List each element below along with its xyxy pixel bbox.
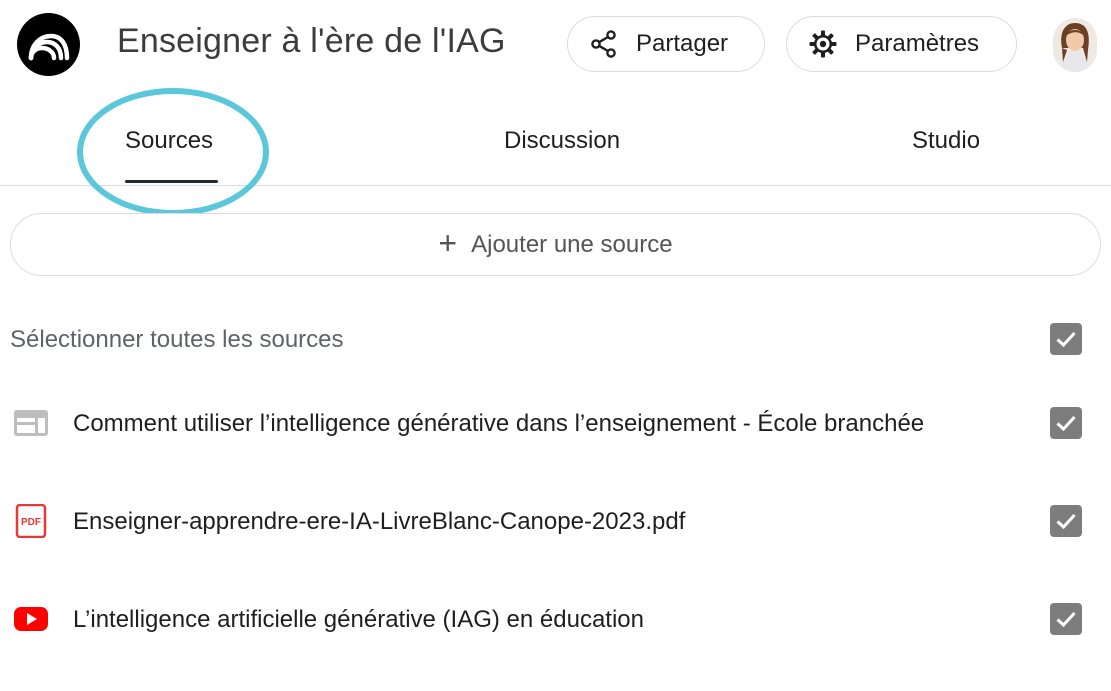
tab-studio[interactable]: Studio (912, 127, 980, 155)
add-source-label: Ajouter une source (471, 230, 673, 258)
notebook-page: Enseigner à l'ère de l'IAG Partager Para… (0, 0, 1111, 691)
share-icon (588, 28, 620, 60)
source-checkbox[interactable] (1050, 603, 1082, 635)
pdf-icon: PDF (13, 504, 49, 538)
plus-icon: + (438, 225, 458, 261)
app-logo[interactable] (17, 13, 80, 76)
active-tab-indicator (125, 180, 218, 183)
settings-button[interactable]: Paramètres (786, 16, 1017, 72)
source-title: L’intelligence artificielle générative (… (73, 606, 644, 633)
tab-discussion[interactable]: Discussion (504, 127, 620, 155)
checkmark-icon (1056, 611, 1076, 628)
select-all-label: Sélectionner toutes les sources (10, 326, 344, 353)
source-item[interactable]: L’intelligence artificielle générative (… (0, 598, 1111, 642)
notebook-logo-icon (28, 33, 69, 60)
checkmark-icon (1056, 331, 1076, 348)
select-all-checkbox[interactable] (1050, 323, 1082, 355)
settings-label: Paramètres (855, 30, 980, 57)
share-label: Partager (636, 30, 729, 57)
source-checkbox[interactable] (1050, 505, 1082, 537)
youtube-icon (13, 604, 49, 634)
share-button[interactable]: Partager (567, 16, 765, 72)
add-source-button[interactable]: + Ajouter une source (10, 213, 1101, 276)
avatar[interactable] (1053, 18, 1097, 72)
checkmark-icon (1056, 415, 1076, 432)
checkmark-icon (1056, 513, 1076, 530)
tab-bar: Sources Discussion Studio (0, 100, 1111, 186)
source-item[interactable]: Comment utiliser l’intelligence générati… (0, 402, 1111, 446)
source-title: Comment utiliser l’intelligence générati… (73, 410, 925, 437)
source-title: Enseigner-apprendre-ere-IA-LivreBlanc-Ca… (73, 508, 686, 535)
source-item[interactable]: PDF Enseigner-apprendre-ere-IA-LivreBlan… (0, 500, 1111, 544)
source-checkbox[interactable] (1050, 407, 1082, 439)
notebook-title[interactable]: Enseigner à l'ère de l'IAG (117, 22, 506, 61)
web-page-icon (13, 408, 49, 438)
svg-text:PDF: PDF (21, 517, 41, 528)
tab-sources[interactable]: Sources (125, 127, 213, 155)
gear-icon (807, 28, 839, 60)
